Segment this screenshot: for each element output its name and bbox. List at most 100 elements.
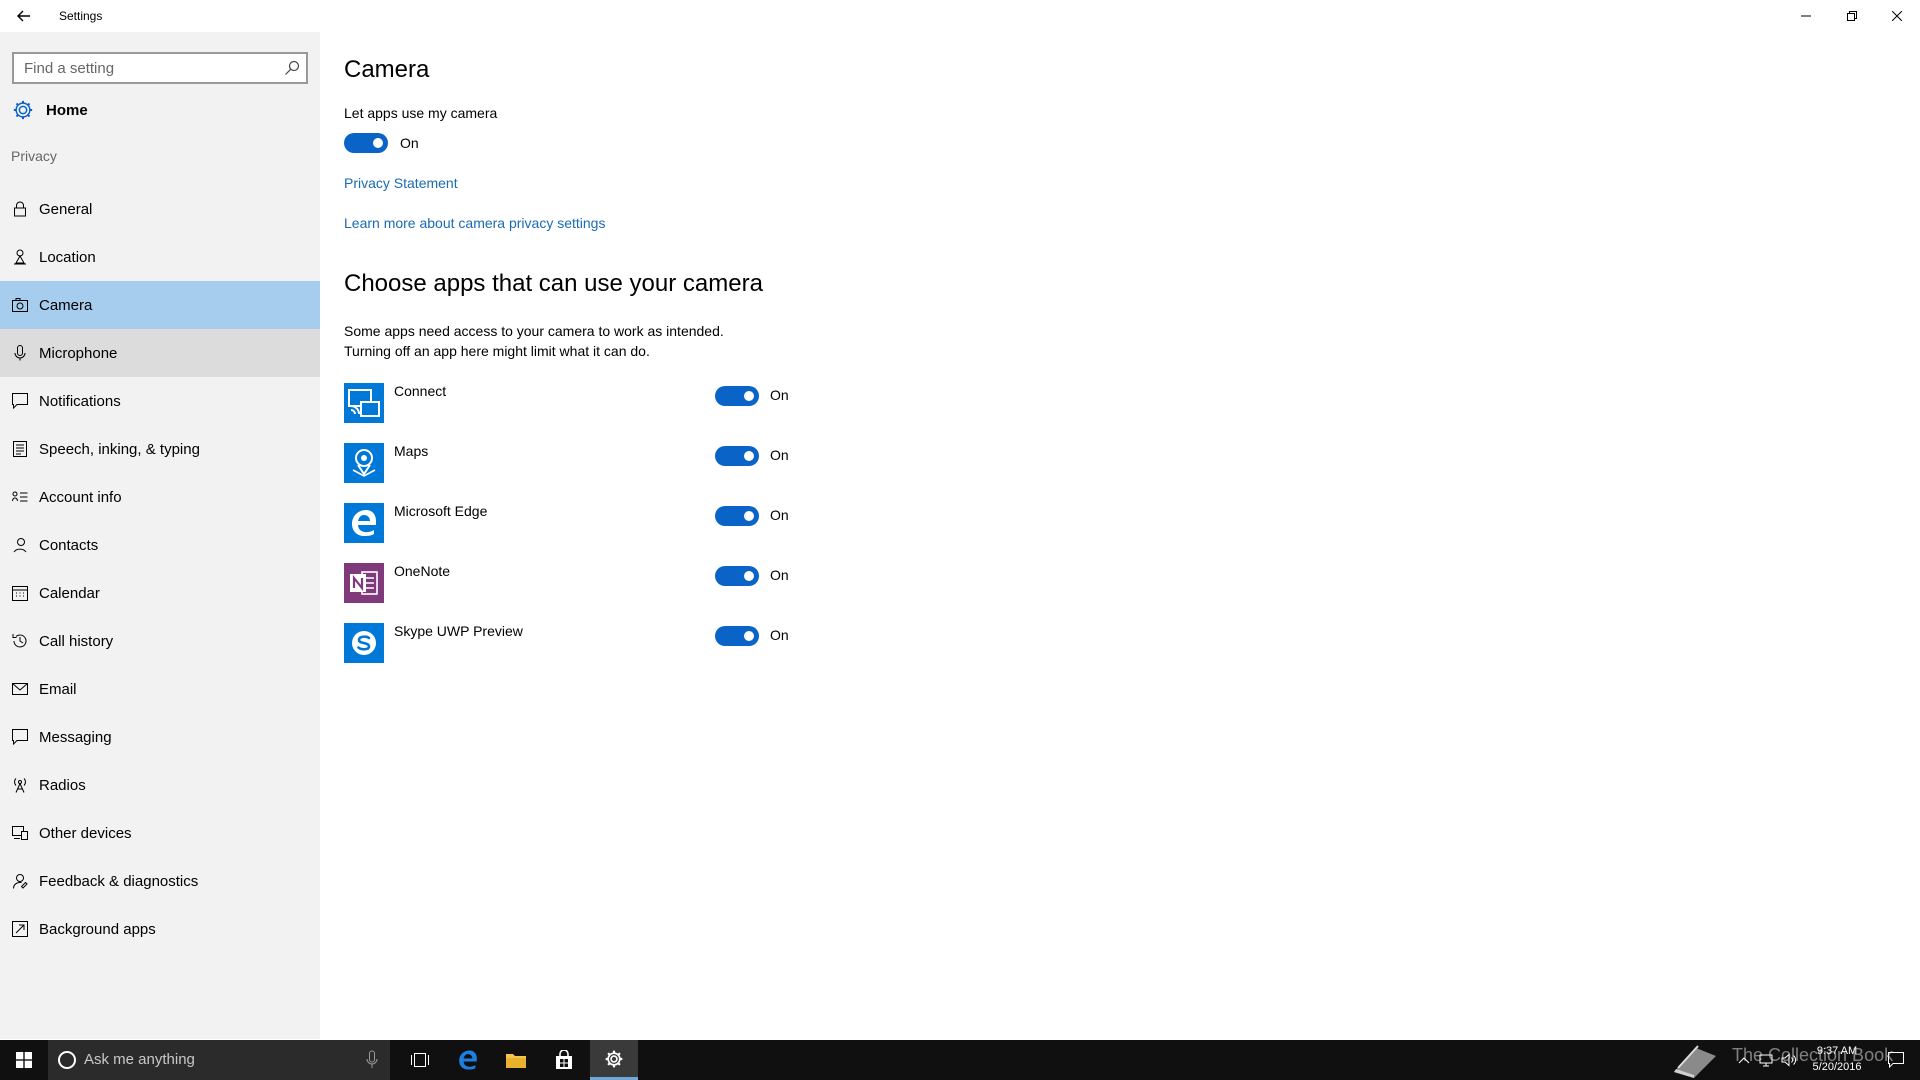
start-button[interactable] <box>0 1040 48 1080</box>
sidebar-item-general[interactable]: General <box>0 185 320 233</box>
feedback-icon <box>12 873 28 889</box>
app-row-connect: Connect On <box>344 383 844 427</box>
toggle-knob <box>744 631 754 641</box>
sidebar-item-contacts[interactable]: Contacts <box>0 521 320 569</box>
toggle-knob <box>744 391 754 401</box>
notification-icon <box>12 393 28 409</box>
sidebar-item-call-history[interactable]: Call history <box>0 617 320 665</box>
sidebar-item-email[interactable]: Email <box>0 665 320 713</box>
app-row-onenote: OneNote On <box>344 563 844 607</box>
task-view-icon <box>411 1053 429 1067</box>
toggle-knob <box>744 451 754 461</box>
sidebar-item-calendar[interactable]: Calendar <box>0 569 320 617</box>
mail-icon <box>12 681 28 697</box>
microphone-icon[interactable] <box>366 1050 378 1070</box>
edge-camera-toggle[interactable] <box>715 506 759 526</box>
account-info-icon <box>12 489 28 505</box>
folder-icon <box>506 1054 526 1068</box>
apps-desc-line-2: Turning off an app here might limit what… <box>344 343 650 359</box>
book-icon <box>1674 1045 1716 1078</box>
cortana-search-box[interactable]: Ask me anything <box>48 1040 390 1080</box>
sidebar-item-label: Call history <box>39 632 114 650</box>
home-label: Home <box>46 101 88 119</box>
toggle-knob <box>373 138 383 148</box>
restore-button[interactable] <box>1829 0 1875 32</box>
minimize-button[interactable] <box>1783 0 1829 32</box>
task-view-button[interactable] <box>396 1040 444 1080</box>
taskbar: Ask me anything 9:37 AM 5/20/2016 <box>0 1040 1920 1080</box>
sidebar-item-label: Account info <box>39 488 122 506</box>
sidebar-item-label: Radios <box>39 776 86 794</box>
taskbar-edge-button[interactable] <box>444 1040 492 1080</box>
app-row-microsoft-edge: Microsoft Edge On <box>344 503 844 547</box>
sidebar-item-speech[interactable]: Speech, inking, & typing <box>0 425 320 473</box>
learn-more-link[interactable]: Learn more about camera privacy settings <box>344 215 605 231</box>
apps-section-description: Some apps need access to your camera to … <box>344 321 724 361</box>
toggle-knob <box>744 571 754 581</box>
connect-toggle-state: On <box>770 387 789 403</box>
sidebar-item-feedback[interactable]: Feedback & diagnostics <box>0 857 320 905</box>
toggle-knob <box>744 511 754 521</box>
contacts-icon <box>12 537 28 553</box>
search-placeholder: Find a setting <box>24 60 115 77</box>
app-name: Skype UWP Preview <box>394 623 523 639</box>
camera-master-label: Let apps use my camera <box>344 105 498 121</box>
onenote-camera-toggle[interactable] <box>715 566 759 586</box>
close-button[interactable] <box>1874 0 1920 32</box>
sidebar-item-label: General <box>39 200 93 218</box>
taskbar-file-explorer-button[interactable] <box>492 1040 540 1080</box>
skype-camera-toggle[interactable] <box>715 626 759 646</box>
gear-icon <box>13 100 33 120</box>
maps-toggle-state: On <box>770 447 789 463</box>
window-title: Settings <box>59 9 103 23</box>
find-setting-search-input[interactable]: Find a setting <box>12 52 308 84</box>
cortana-icon <box>58 1051 76 1069</box>
back-button[interactable] <box>8 0 40 32</box>
sidebar-item-label: Messaging <box>39 728 112 746</box>
taskbar-settings-button[interactable] <box>590 1040 638 1080</box>
taskbar-store-button[interactable] <box>540 1040 588 1080</box>
connect-camera-toggle[interactable] <box>715 386 759 406</box>
home-link[interactable]: Home <box>12 96 88 124</box>
background-apps-icon <box>12 921 28 937</box>
back-arrow-icon <box>17 10 30 22</box>
sidebar-item-other-devices[interactable]: Other devices <box>0 809 320 857</box>
page-title: Camera <box>344 56 430 83</box>
camera-master-toggle[interactable] <box>344 133 388 153</box>
privacy-statement-link[interactable]: Privacy Statement <box>344 175 458 191</box>
devices-icon <box>12 825 28 841</box>
sidebar-item-messaging[interactable]: Messaging <box>0 713 320 761</box>
message-icon <box>12 729 28 745</box>
app-name: Microsoft Edge <box>394 503 488 519</box>
sidebar-item-label: Notifications <box>39 392 121 410</box>
sidebar-item-microphone[interactable]: Microphone <box>0 329 320 377</box>
edge-icon <box>459 1050 477 1070</box>
sidebar-item-label: Camera <box>39 296 93 314</box>
sidebar-item-radios[interactable]: Radios <box>0 761 320 809</box>
sidebar-item-notifications[interactable]: Notifications <box>0 377 320 425</box>
restore-icon <box>1847 11 1857 21</box>
sidebar-item-label: Speech, inking, & typing <box>39 440 200 458</box>
book-logo <box>1668 1040 1722 1080</box>
cortana-placeholder: Ask me anything <box>84 1051 195 1068</box>
camera-icon <box>12 297 28 313</box>
privacy-nav-list: General Location Camera Microphone Notif… <box>0 185 320 953</box>
sidebar-item-background-apps[interactable]: Background apps <box>0 905 320 953</box>
skype-app-icon <box>344 623 384 663</box>
watermark-text: The Collection Book <box>1732 1045 1894 1065</box>
sidebar-item-label: Contacts <box>39 536 99 554</box>
onenote-toggle-state: On <box>770 567 789 583</box>
sidebar-item-label: Calendar <box>39 584 100 602</box>
apps-desc-line-1: Some apps need access to your camera to … <box>344 323 724 339</box>
history-icon <box>12 633 28 649</box>
search-icon[interactable] <box>284 60 300 76</box>
sidebar-item-location[interactable]: Location <box>0 233 320 281</box>
gear-icon <box>605 1050 623 1067</box>
lock-icon <box>12 201 28 217</box>
onenote-app-icon <box>344 563 384 603</box>
maps-camera-toggle[interactable] <box>715 446 759 466</box>
privacy-section-label: Privacy <box>11 148 57 164</box>
title-bar: Settings <box>0 0 1920 32</box>
sidebar-item-account-info[interactable]: Account info <box>0 473 320 521</box>
sidebar-item-camera[interactable]: Camera <box>0 281 320 329</box>
